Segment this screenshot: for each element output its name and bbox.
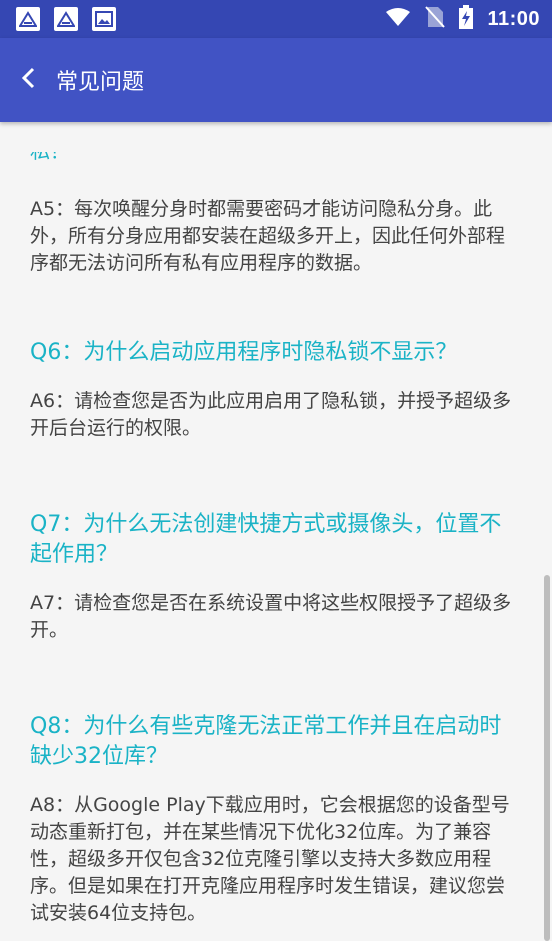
back-button[interactable] xyxy=(0,38,56,122)
scrollbar[interactable] xyxy=(544,575,550,941)
faq-answer-8: A8：从Google Play下载应用时，它会根据您的设备型号动态重新打包，并在… xyxy=(30,794,510,924)
chevron-left-icon xyxy=(20,66,36,94)
clock: 11:00 xyxy=(487,7,540,30)
faq-list[interactable]: 私？ A5：每次唤醒分身时都需要密码才能访问隐私分身。此外，所有分身应用都安装在… xyxy=(0,122,552,941)
faq-question-8: Q8：为什么有些克隆无法正常工作并且在启动时缺少32位库？ xyxy=(30,714,502,769)
page-title: 常见问题 xyxy=(56,70,145,95)
app-bar: 常见问题 xyxy=(0,38,552,122)
app-notification-icon xyxy=(54,7,78,31)
status-bar: 11:00 xyxy=(0,0,552,38)
faq-question-6: Q6：为什么启动应用程序时隐私锁不显示？ xyxy=(30,340,458,365)
wifi-icon xyxy=(385,7,411,31)
image-notification-icon xyxy=(92,7,116,31)
faq-question-7: Q7：为什么无法创建快捷方式或摄像头，位置不起作用？ xyxy=(30,512,502,567)
faq-answer-5: A5：每次唤醒分身时都需要密码才能访问隐私分身。此外，所有分身应用都安装在超级多… xyxy=(30,198,506,274)
faq-answer-6: A6：请检查您是否为此应用启用了隐私锁，并授予超级多开后台运行的权限。 xyxy=(30,390,512,439)
battery-charging-icon xyxy=(459,5,474,33)
no-sim-icon xyxy=(425,6,446,32)
app-notification-icon xyxy=(16,7,40,31)
faq-answer-7: A7：请检查您是否在系统设置中将这些权限授予了超级多开。 xyxy=(30,592,512,641)
notification-icons xyxy=(0,7,116,31)
system-status: 11:00 xyxy=(385,0,540,38)
